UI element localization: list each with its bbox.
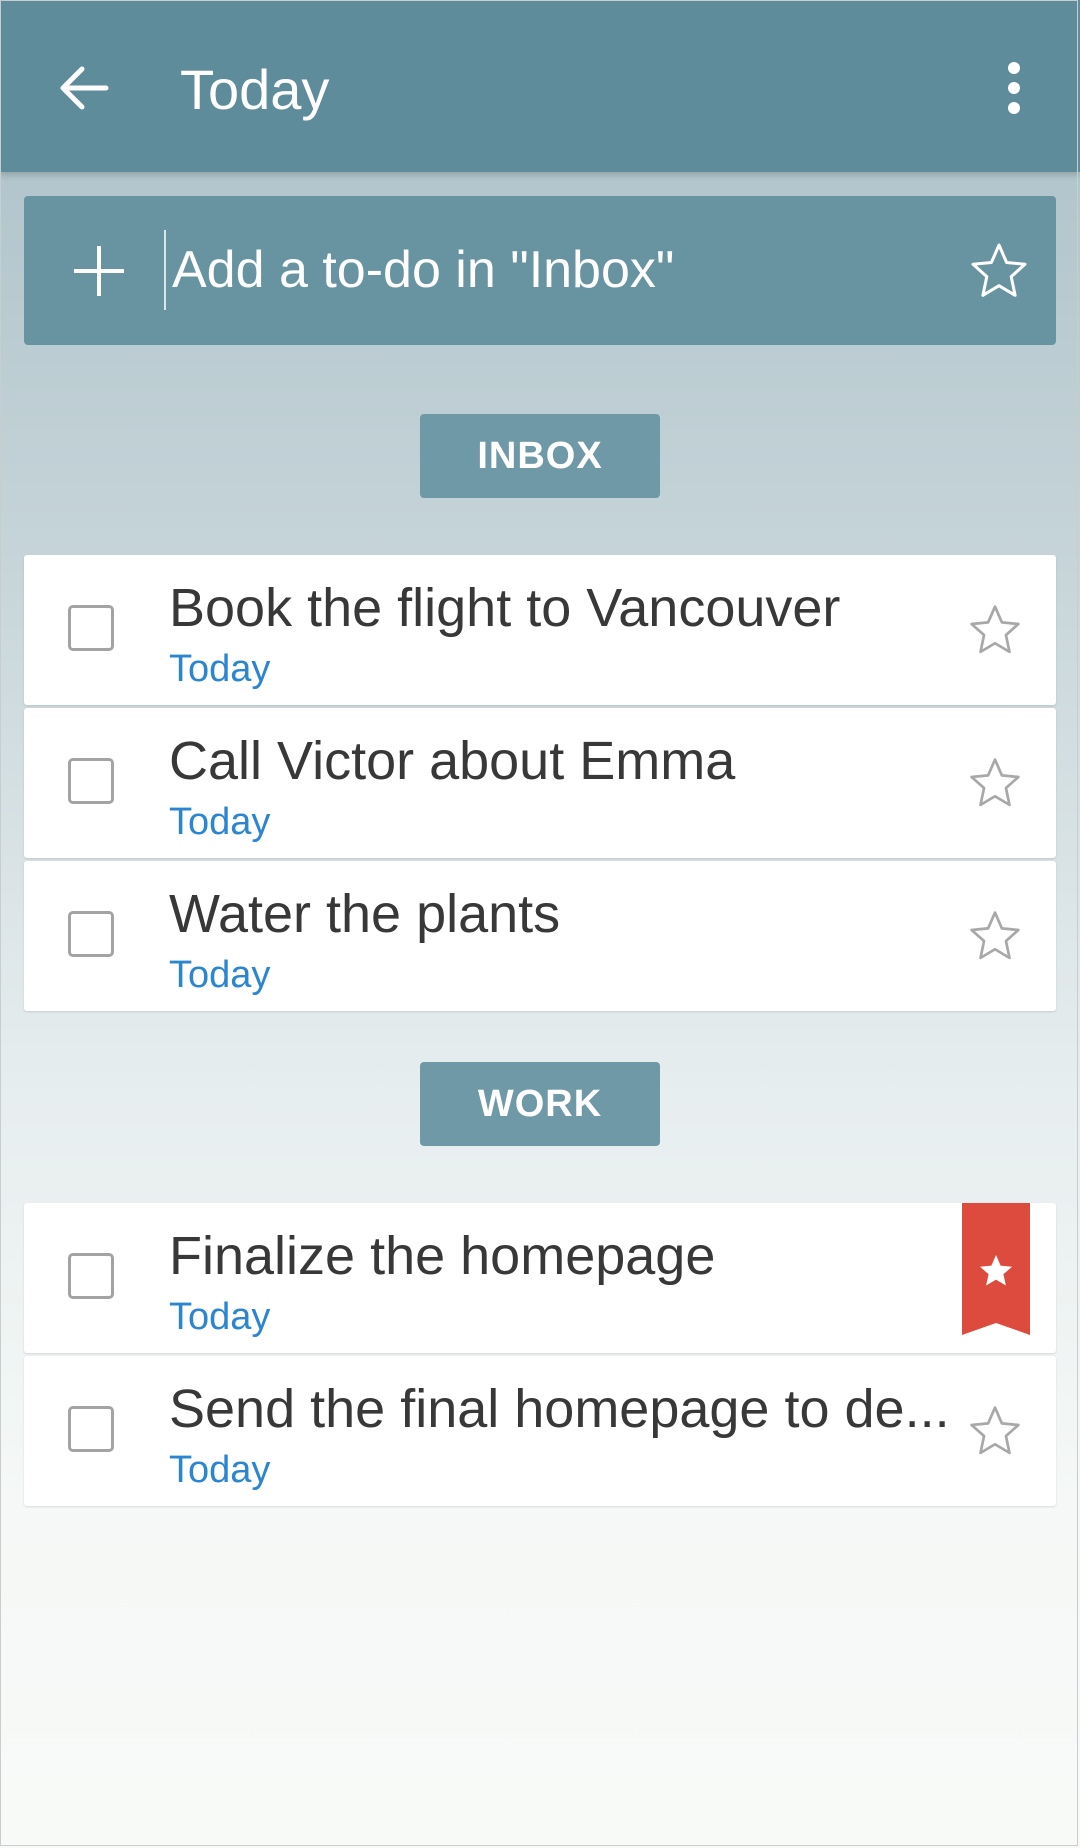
star-ribbon-icon bbox=[962, 1203, 1030, 1335]
star-outline-icon bbox=[970, 911, 1020, 960]
task-title: Send the final homepage to de... bbox=[169, 1379, 950, 1439]
add-todo-bar bbox=[24, 196, 1056, 345]
more-options-button[interactable] bbox=[984, 48, 1044, 128]
task-row[interactable]: Book the flight to Vancouver Today bbox=[24, 555, 1056, 705]
task-due-date: Today bbox=[169, 648, 271, 690]
task-due-date: Today bbox=[169, 801, 271, 843]
add-todo-star-button[interactable] bbox=[964, 236, 1034, 306]
more-vert-icon bbox=[1008, 62, 1020, 114]
task-row[interactable]: Water the plants Today bbox=[24, 861, 1056, 1011]
starred-ribbon[interactable] bbox=[962, 1203, 1030, 1335]
task-title: Finalize the homepage bbox=[169, 1226, 716, 1286]
add-todo-input[interactable] bbox=[164, 230, 792, 310]
task-checkbox[interactable] bbox=[68, 911, 114, 957]
task-checkbox[interactable] bbox=[68, 1253, 114, 1299]
plus-icon bbox=[74, 246, 124, 296]
task-due-date: Today bbox=[169, 954, 271, 996]
task-row[interactable]: Call Victor about Emma Today bbox=[24, 708, 1056, 858]
star-outline-icon bbox=[970, 758, 1020, 807]
task-row[interactable]: Send the final homepage to de... Today bbox=[24, 1356, 1056, 1506]
star-outline-icon bbox=[970, 605, 1020, 654]
task-checkbox[interactable] bbox=[68, 1406, 114, 1452]
section-header-inbox[interactable]: INBOX bbox=[420, 414, 660, 498]
task-star-button[interactable] bbox=[962, 1398, 1028, 1464]
star-outline-icon bbox=[970, 1406, 1020, 1455]
task-due-date: Today bbox=[169, 1449, 271, 1491]
task-star-button[interactable] bbox=[962, 750, 1028, 816]
section-header-work[interactable]: WORK bbox=[420, 1062, 660, 1146]
task-checkbox[interactable] bbox=[68, 605, 114, 651]
task-title: Water the plants bbox=[169, 884, 561, 944]
task-star-button[interactable] bbox=[962, 597, 1028, 663]
task-title: Book the flight to Vancouver bbox=[169, 578, 841, 638]
task-checkbox[interactable] bbox=[68, 758, 114, 804]
task-row[interactable]: Finalize the homepage Today bbox=[24, 1203, 1056, 1353]
task-title: Call Victor about Emma bbox=[169, 731, 736, 791]
back-button[interactable] bbox=[44, 48, 124, 128]
app-bar: Today bbox=[0, 0, 1080, 172]
task-due-date: Today bbox=[169, 1296, 271, 1338]
arrow-left-icon bbox=[60, 66, 109, 110]
task-star-button[interactable] bbox=[962, 903, 1028, 969]
page-title: Today bbox=[180, 58, 330, 121]
star-outline-icon bbox=[971, 243, 1027, 297]
add-todo-button[interactable] bbox=[64, 236, 134, 306]
